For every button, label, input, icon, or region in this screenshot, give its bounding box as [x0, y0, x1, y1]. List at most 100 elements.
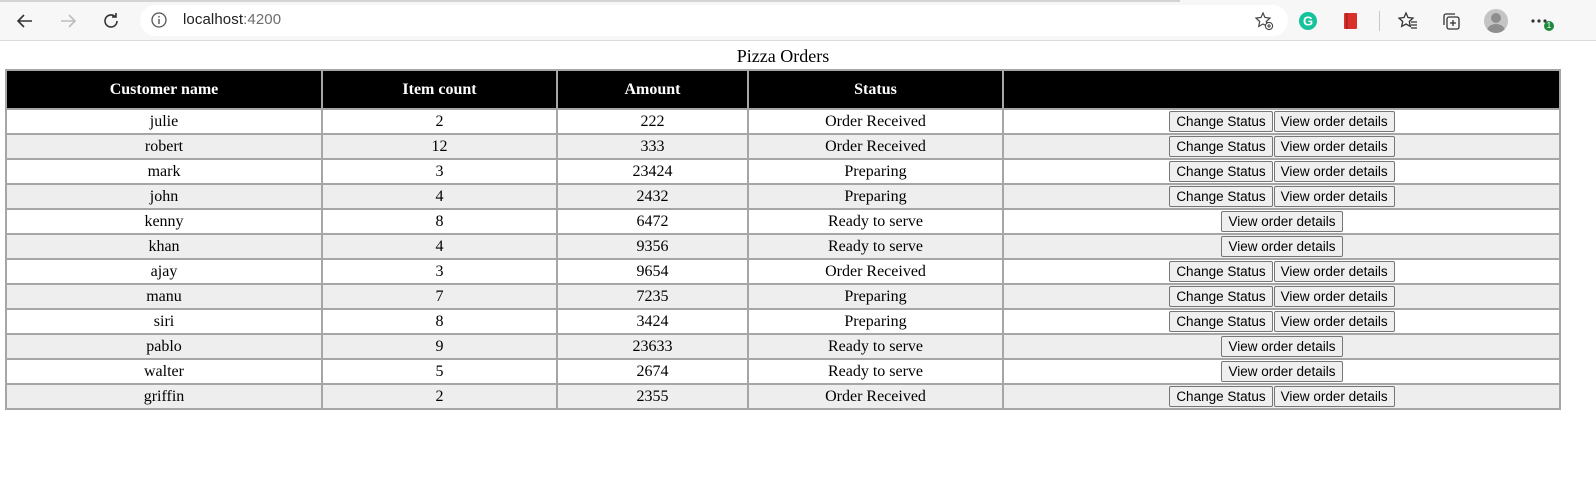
url-port: :4200 — [243, 11, 282, 28]
cell-item-count: 5 — [322, 359, 557, 384]
forward-arrow-icon[interactable] — [53, 6, 83, 36]
collections-icon[interactable] — [1436, 6, 1466, 36]
table-row: john 4 2432 Preparing Change Status View orde… — [6, 184, 1560, 209]
page-title: Pizza Orders — [736, 46, 830, 66]
grammarly-icon[interactable]: G — [1293, 6, 1323, 36]
cell-customer-name: ajay — [6, 259, 322, 284]
cell-item-count: 8 — [322, 209, 557, 234]
table-row: mark 3 23424 Preparing Change Status View ord… — [6, 159, 1560, 184]
table-row: julie 2 222 Order Received Change Status View… — [6, 109, 1560, 134]
change-status-button[interactable]: Change Status — [1169, 111, 1273, 132]
view-order-details-button[interactable]: View order details — [1273, 261, 1395, 282]
view-order-details-button[interactable]: View order details — [1273, 386, 1395, 407]
table-row: manu 7 7235 Preparing Change Status View orde… — [6, 284, 1560, 309]
cell-actions: Change Status View order details — [1003, 259, 1560, 284]
change-status-button[interactable]: Change Status — [1169, 161, 1273, 182]
cell-customer-name: manu — [6, 284, 322, 309]
orders-table: Customer name Item count Amount Status j… — [5, 69, 1561, 410]
table-row: robert 12 333 Order Received Change Status Vi… — [6, 134, 1560, 159]
address-bar[interactable]: localhost:4200 — [140, 5, 1288, 36]
header-status: Status — [748, 70, 1003, 109]
favorites-star-icon[interactable] — [1393, 6, 1423, 36]
info-icon[interactable] — [150, 11, 168, 34]
tab-strip-edge — [0, 0, 1180, 2]
red-book-extension-icon[interactable] — [1336, 6, 1366, 36]
toolbar-separator — [1379, 11, 1380, 31]
cell-amount: 2432 — [557, 184, 748, 209]
cell-customer-name: khan — [6, 234, 322, 259]
cell-actions: Change Status View order details — [1003, 284, 1560, 309]
avatar-head — [1491, 13, 1501, 23]
cell-item-count: 2 — [322, 109, 557, 134]
table-row: siri 8 3424 Preparing Change Status View orde… — [6, 309, 1560, 334]
view-order-details-button[interactable]: View order details — [1273, 186, 1395, 207]
cell-customer-name: walter — [6, 359, 322, 384]
header-customer-name: Customer name — [6, 70, 322, 109]
cell-item-count: 9 — [322, 334, 557, 359]
view-order-details-button[interactable]: View order details — [1273, 311, 1395, 332]
cell-customer-name: john — [6, 184, 322, 209]
cell-amount: 333 — [557, 134, 748, 159]
change-status-button[interactable]: Change Status — [1169, 136, 1273, 157]
view-order-details-button[interactable]: View order details — [1273, 136, 1395, 157]
cell-item-count: 3 — [322, 159, 557, 184]
cell-status: Order Received — [748, 134, 1003, 159]
cell-item-count: 12 — [322, 134, 557, 159]
cell-amount: 9654 — [557, 259, 748, 284]
back-arrow-icon[interactable] — [10, 6, 40, 36]
browser-toolbar: localhost:4200 G 1 — [0, 0, 1596, 41]
cell-customer-name: julie — [6, 109, 322, 134]
avatar-shoulders — [1487, 24, 1505, 33]
cell-actions: Change Status View order details — [1003, 159, 1560, 184]
url-text: localhost:4200 — [183, 11, 281, 28]
cell-customer-name: mark — [6, 159, 322, 184]
cell-status: Ready to serve — [748, 359, 1003, 384]
cell-actions: Change Status View order details — [1003, 184, 1560, 209]
cell-customer-name: griffin — [6, 384, 322, 409]
reload-icon[interactable] — [96, 6, 126, 36]
change-status-button[interactable]: Change Status — [1169, 311, 1273, 332]
cell-status: Preparing — [748, 284, 1003, 309]
cell-amount: 6472 — [557, 209, 748, 234]
cell-actions: Change Status View order details — [1003, 109, 1560, 134]
cell-status: Preparing — [748, 159, 1003, 184]
table-row: ajay 3 9654 Order Received Change Status View… — [6, 259, 1560, 284]
cell-status: Order Received — [748, 109, 1003, 134]
cell-status: Order Received — [748, 259, 1003, 284]
cell-actions: View order details — [1003, 234, 1560, 259]
cell-item-count: 7 — [322, 284, 557, 309]
cell-amount: 2674 — [557, 359, 748, 384]
change-status-button[interactable]: Change Status — [1169, 186, 1273, 207]
change-status-button[interactable]: Change Status — [1169, 286, 1273, 307]
table-body: julie 2 222 Order Received Change Status View… — [6, 109, 1560, 409]
view-order-details-button[interactable]: View order details — [1221, 211, 1343, 232]
view-order-details-button[interactable]: View order details — [1221, 336, 1343, 357]
change-status-button[interactable]: Change Status — [1169, 386, 1273, 407]
cell-status: Ready to serve — [748, 334, 1003, 359]
cell-item-count: 4 — [322, 234, 557, 259]
profile-avatar-icon[interactable] — [1484, 9, 1508, 33]
view-order-details-button[interactable]: View order details — [1273, 286, 1395, 307]
add-favorite-icon[interactable] — [1254, 11, 1274, 36]
cell-customer-name: pablo — [6, 334, 322, 359]
cell-amount: 2355 — [557, 384, 748, 409]
cell-status: Ready to serve — [748, 209, 1003, 234]
cell-status: Preparing — [748, 309, 1003, 334]
header-item-count: Item count — [322, 70, 557, 109]
view-order-details-button[interactable]: View order details — [1273, 161, 1395, 182]
cell-status: Preparing — [748, 184, 1003, 209]
header-actions — [1003, 70, 1560, 109]
cell-customer-name: robert — [6, 134, 322, 159]
cell-item-count: 4 — [322, 184, 557, 209]
cell-amount: 7235 — [557, 284, 748, 309]
cell-amount: 23424 — [557, 159, 748, 184]
cell-status: Order Received — [748, 384, 1003, 409]
change-status-button[interactable]: Change Status — [1169, 261, 1273, 282]
header-amount: Amount — [557, 70, 748, 109]
cell-item-count: 8 — [322, 309, 557, 334]
view-order-details-button[interactable]: View order details — [1221, 236, 1343, 257]
view-order-details-button[interactable]: View order details — [1273, 111, 1395, 132]
view-order-details-button[interactable]: View order details — [1221, 361, 1343, 382]
cell-actions: View order details — [1003, 334, 1560, 359]
svg-text:G: G — [1303, 14, 1313, 29]
